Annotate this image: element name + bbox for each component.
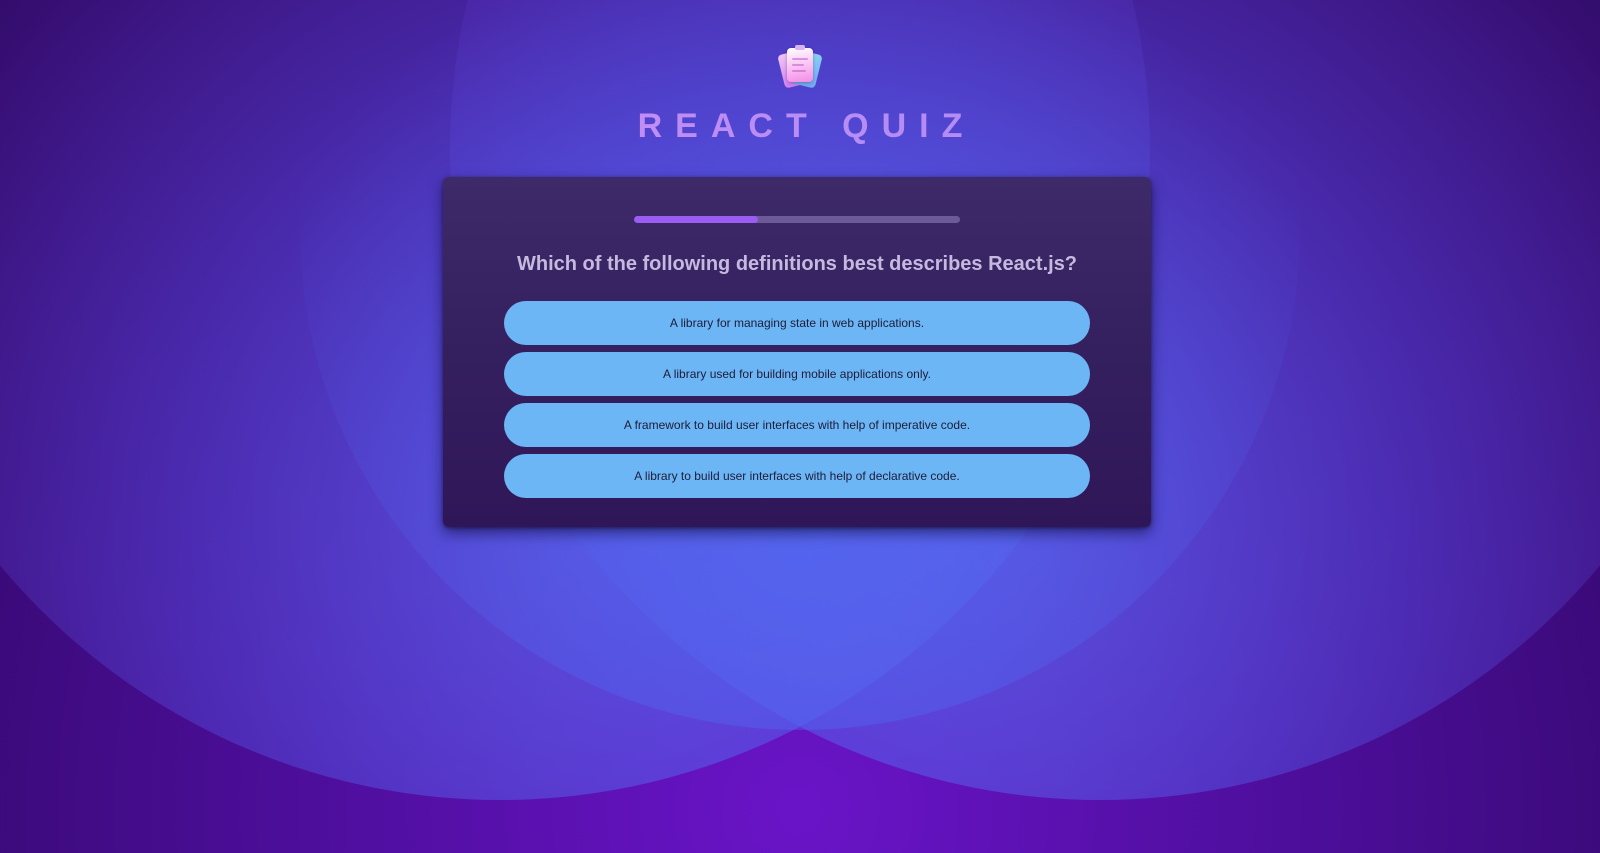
app-header: REACT QUIZ — [0, 44, 1600, 146]
answer-item: A framework to build user interfaces wit… — [504, 403, 1090, 447]
answer-button-4[interactable]: A library to build user interfaces with … — [504, 454, 1090, 498]
quiz-cards-icon — [777, 44, 823, 90]
answer-button-1[interactable]: A library for managing state in web appl… — [504, 301, 1090, 345]
progress-fill — [634, 216, 758, 223]
question-text: Which of the following definitions best … — [516, 252, 1078, 275]
answer-button-3[interactable]: A framework to build user interfaces wit… — [504, 403, 1090, 447]
answer-item: A library used for building mobile appli… — [504, 352, 1090, 396]
answer-item: A library to build user interfaces with … — [504, 454, 1090, 498]
app-title: REACT QUIZ — [0, 107, 1600, 146]
question-progress-bar — [634, 216, 960, 223]
answer-list: A library for managing state in web appl… — [504, 301, 1090, 505]
answer-item: A library for managing state in web appl… — [504, 301, 1090, 345]
quiz-card: Which of the following definitions best … — [443, 177, 1151, 527]
answer-button-2[interactable]: A library used for building mobile appli… — [504, 352, 1090, 396]
